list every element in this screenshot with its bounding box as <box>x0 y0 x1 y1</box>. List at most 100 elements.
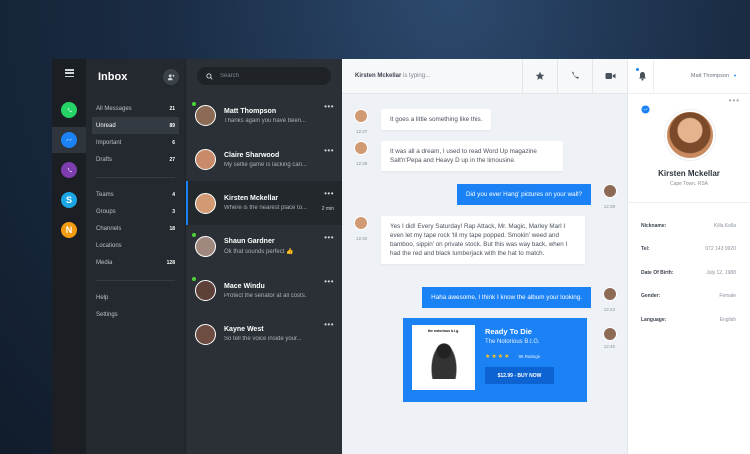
avatar <box>603 287 617 301</box>
skype-icon: S <box>61 192 77 208</box>
avatar <box>192 277 216 302</box>
profile-header: Matt Thompson ▼ <box>628 59 750 94</box>
profile-name: Kirsten Mckellar <box>658 169 720 178</box>
message-bubble: Haha awesome, I think I know the album y… <box>422 287 591 308</box>
video-icon <box>605 73 615 79</box>
avatar <box>192 102 216 127</box>
avatar <box>354 141 368 155</box>
chat-panel: Kirsten Mckellar is typing... It goes a … <box>342 59 627 454</box>
album-art <box>428 339 459 379</box>
folder-teams[interactable]: Teams 4 <box>92 186 179 203</box>
message-preview: Where is the nearest place to... <box>224 205 308 212</box>
more-dots-icon[interactable]: ••• <box>312 234 334 242</box>
profile-card: ••• Kirsten Mckellar Cape Town, RSA <box>628 94 750 224</box>
whatsapp-app[interactable] <box>56 97 82 123</box>
contact-name: Shaun Gardner <box>224 238 275 246</box>
settings-link[interactable]: Settings <box>92 306 179 323</box>
more-dots-icon[interactable]: ••• <box>312 190 334 198</box>
more-dots-icon[interactable]: ••• <box>312 321 334 329</box>
viber-app[interactable] <box>56 157 82 183</box>
folder-channels[interactable]: Channels 18 <box>92 220 179 237</box>
avatar <box>195 323 216 345</box>
folder-locations[interactable]: Locations <box>92 237 179 254</box>
message-time: 12:39 <box>356 161 368 166</box>
profile-panel: Matt Thompson ▼ ••• Kirsten Mckellar Cape… <box>627 59 750 454</box>
user-menu[interactable]: Matt Thompson ▼ <box>691 73 737 79</box>
avatar <box>354 216 368 230</box>
rating-count: 95 Ratings <box>518 354 541 359</box>
conversation-panel: Matt Thompson Thanks again you have been.… <box>185 59 342 454</box>
card-sender <box>603 327 617 341</box>
online-indicator <box>192 277 196 282</box>
message-incoming: Yes I did! Every Saturday! Rap Attack, M… <box>354 216 585 264</box>
rating-stars-icon: ★★★★ <box>485 354 511 360</box>
detail-nickname: Nickname: Killa Kella <box>641 222 736 229</box>
profile-details: Nickname: Killa Kella Tel: 072 143 9920 Da… <box>628 214 750 332</box>
n-app[interactable]: N <box>56 217 82 243</box>
conversation-item[interactable]: Matt Thompson Thanks again you have been.… <box>186 94 342 138</box>
detail-tel: Tel: 072 143 9920 <box>641 246 736 253</box>
call-button[interactable] <box>557 59 592 94</box>
more-dots-icon[interactable]: ••• <box>312 103 334 111</box>
notifications-button[interactable] <box>632 59 654 94</box>
inbox-title: Inbox <box>98 70 128 83</box>
folder-groups[interactable]: Groups 3 <box>92 203 179 220</box>
conversation-item[interactable]: Mace Windu Protect the senator at all cos… <box>186 269 342 313</box>
folder-panel: Inbox All Messages 21 Unread 89 Important 6… <box>86 59 185 454</box>
folder-important[interactable]: Important 6 <box>92 134 179 151</box>
message-bubble: Did you ever Hang' pictures on your wall… <box>456 184 591 205</box>
message-preview: Protect the senator at all costs. <box>224 292 307 299</box>
message-time: 12:47 <box>356 129 368 134</box>
album-card[interactable]: the notorious b.i.g. Ready To Die The No… <box>403 318 587 402</box>
message-time: 12:43 <box>603 307 615 312</box>
skype-app[interactable]: S <box>56 187 82 213</box>
new-message-icon[interactable] <box>163 68 179 85</box>
menu-icon[interactable] <box>64 69 74 77</box>
folder-media[interactable]: Media 128 <box>92 254 179 271</box>
more-dots-icon[interactable]: ••• <box>312 277 334 285</box>
message-incoming: It goes a little something like this. <box>354 109 492 130</box>
message-bubble: It goes a little something like this. <box>381 109 492 130</box>
contact-name: Matt Thompson <box>224 107 277 115</box>
folder-unread[interactable]: Unread 89 <box>92 117 179 134</box>
album-artist: The Notorious B.I.G. <box>485 339 540 345</box>
album-cover: the notorious b.i.g. <box>412 325 475 390</box>
folder-drafts[interactable]: Drafts 27 <box>92 151 179 168</box>
avatar <box>354 109 368 123</box>
conversation-item[interactable]: Kayne West So tell the voice inside your.… <box>186 312 342 356</box>
folder-divider <box>96 280 175 281</box>
avatar <box>603 184 617 198</box>
message-time: 12:40 <box>356 236 368 241</box>
star-icon <box>535 71 545 80</box>
folder-list: All Messages 21 Unread 89 Important 6 Draft… <box>92 94 179 168</box>
conversation-item[interactable]: Shaun Gardner Ok that sounds perfect 👍 ••… <box>186 225 342 269</box>
messenger-app[interactable] <box>52 127 86 153</box>
folder-divider <box>96 177 175 178</box>
detail-language: Language: English <box>641 316 736 323</box>
search-box <box>197 67 331 85</box>
message-bubble: It was all a dream, I used to read Word … <box>381 141 563 171</box>
message-time: 12:39 <box>603 204 615 209</box>
message-preview: Thanks again you have been... <box>224 117 307 124</box>
contact-name: Kayne West <box>224 326 264 334</box>
message-preview: My selfie game is lacking can... <box>224 161 308 168</box>
search-icon <box>206 72 213 80</box>
help-link[interactable]: Help <box>92 289 179 306</box>
contact-name: Mace Windu <box>224 282 265 290</box>
notification-dot <box>636 68 639 71</box>
messenger-icon <box>61 132 77 148</box>
favorite-button[interactable] <box>522 59 557 94</box>
more-dots-icon[interactable]: ••• <box>312 146 334 154</box>
profile-avatar <box>665 110 715 160</box>
buy-now-button[interactable]: $12.99 - BUY NOW <box>485 367 554 384</box>
conversation-item[interactable]: Claire Sharwood My selfie game is lacking… <box>186 138 342 182</box>
more-dots-icon[interactable]: ••• <box>729 96 740 105</box>
video-call-button[interactable] <box>592 59 627 94</box>
album-rating: ★★★★ 95 Ratings <box>485 353 554 360</box>
folder-all-messages[interactable]: All Messages 21 <box>92 100 179 117</box>
chevron-down-icon: ▼ <box>733 73 737 78</box>
phone-icon <box>572 71 579 79</box>
conversation-item-active[interactable]: Kirsten Mckellar Where is the nearest pla… <box>186 181 342 226</box>
search-input[interactable] <box>220 73 320 79</box>
message-bubble: Yes I did! Every Saturday! Rap Attack, M… <box>381 216 585 264</box>
